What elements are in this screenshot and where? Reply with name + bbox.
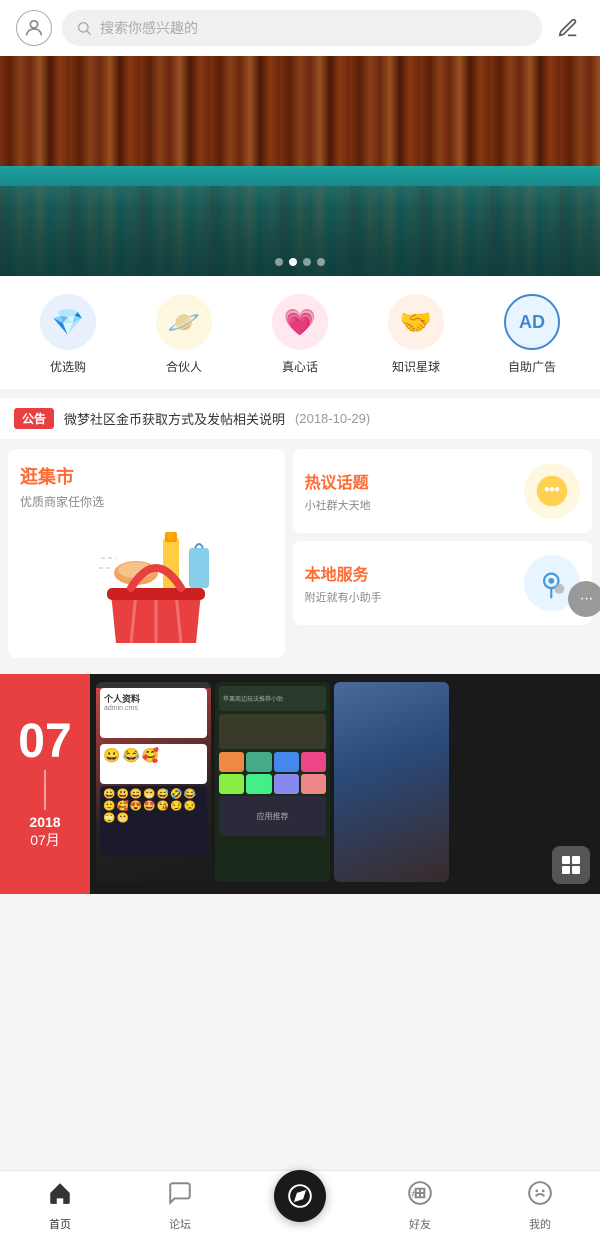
icon-zhishi[interactable]: 🤝 知识星球 bbox=[358, 294, 474, 375]
card-topics-subtitle: 小社群大天地 bbox=[305, 497, 371, 513]
notice-text: 微梦社区金币获取方式及发帖相关说明 bbox=[64, 409, 285, 428]
zhishi-icon: 🤝 bbox=[388, 294, 444, 350]
search-icon bbox=[76, 20, 92, 36]
feed-year: 2018 bbox=[29, 814, 60, 830]
forum-icon bbox=[167, 1180, 193, 1213]
nav-forum[interactable]: 论坛 bbox=[120, 1180, 240, 1232]
feed-header: 07 2018 07月 个人资料 admin.cms 😀😂🥰 bbox=[0, 674, 600, 894]
cards-right: 热议话题 小社群大天地 本地服务 附近就有小助手 bbox=[293, 449, 592, 658]
card2-top: 苹果周边玩法推荐小助 bbox=[219, 686, 326, 711]
youxuan-icon: 💎 bbox=[40, 294, 96, 350]
banner-trees bbox=[0, 56, 600, 166]
card2-icons bbox=[219, 752, 326, 794]
card2-img bbox=[219, 714, 326, 749]
card-topics-icon bbox=[524, 463, 580, 519]
dot-3 bbox=[303, 258, 311, 266]
icon-zhensheng[interactable]: 💗 真心话 bbox=[242, 294, 358, 375]
feed-cards: 个人资料 admin.cms 😀😂🥰 😀😃😄😁 😅🤣😂🙂 🥰😍🤩😘 😏😒🙄� bbox=[90, 674, 600, 894]
mine-icon bbox=[527, 1180, 553, 1213]
card-market-image bbox=[81, 518, 211, 648]
card1-emoji: 😀😃😄😁 😅🤣😂🙂 🥰😍🤩😘 😏😒🙄😬 bbox=[100, 786, 207, 856]
card-market[interactable]: 逛集市 优质商家任你选 bbox=[8, 449, 285, 658]
card-local[interactable]: 本地服务 附近就有小助手 ··· bbox=[293, 541, 592, 625]
cards-section: 逛集市 优质商家任你选 bbox=[0, 441, 600, 666]
edit-button[interactable] bbox=[552, 12, 584, 44]
more-icon: ··· bbox=[580, 590, 593, 608]
feed-card-2[interactable]: 3+ 苹果周边玩法推荐小助 bbox=[215, 682, 330, 882]
card-local-subtitle: 附近就有小助手 bbox=[305, 589, 382, 605]
nav-forum-label: 论坛 bbox=[169, 1216, 191, 1232]
card-market-title: 逛集市 bbox=[20, 463, 273, 489]
nav-mine[interactable]: 我的 bbox=[480, 1180, 600, 1232]
svg-text:#: # bbox=[411, 1188, 417, 1200]
feed-card-1[interactable]: 个人资料 admin.cms 😀😂🥰 😀😃😄😁 😅🤣😂🙂 🥰😍🤩😘 😏😒🙄� bbox=[96, 682, 211, 882]
nav-home[interactable]: 首页 bbox=[0, 1180, 120, 1232]
bottom-nav: 首页 论坛 # 好友 bbox=[0, 1170, 600, 1240]
card1-body: 😀😂🥰 bbox=[100, 744, 207, 784]
grid-view-button[interactable] bbox=[552, 846, 590, 884]
dot-1 bbox=[275, 258, 283, 266]
nav-friends[interactable]: # 好友 bbox=[360, 1180, 480, 1232]
card-local-text: 本地服务 附近就有小助手 bbox=[305, 561, 382, 605]
discover-button[interactable] bbox=[274, 1170, 326, 1222]
zhishi-label: 知识星球 bbox=[392, 358, 440, 375]
zhensheng-label: 真心话 bbox=[282, 358, 318, 375]
basket-svg bbox=[81, 518, 231, 658]
huoban-icon: 🪐 bbox=[156, 294, 212, 350]
nav-friends-label: 好友 bbox=[409, 1216, 431, 1232]
guanggao-icon: AD bbox=[504, 294, 560, 350]
grid-icon bbox=[562, 856, 580, 874]
icons-row: 💎 优选购 🪐 合伙人 💗 真心话 🤝 知识星球 AD 自助广告 bbox=[0, 276, 600, 389]
card-topics-title: 热议话题 bbox=[305, 469, 371, 493]
notice-tag: 公告 bbox=[14, 408, 54, 429]
zhensheng-icon: 💗 bbox=[272, 294, 328, 350]
notice-date: (2018-10-29) bbox=[295, 411, 370, 426]
friends-icon: # bbox=[407, 1180, 433, 1213]
banner bbox=[0, 56, 600, 276]
huoban-label: 合伙人 bbox=[166, 358, 202, 375]
dot-4 bbox=[317, 258, 325, 266]
search-placeholder: 搜索你感兴趣的 bbox=[100, 18, 198, 38]
nav-mine-label: 我的 bbox=[529, 1216, 551, 1232]
card-topics-text: 热议话题 小社群大天地 bbox=[305, 469, 371, 513]
header: 搜索你感兴趣的 bbox=[0, 0, 600, 56]
card-market-subtitle: 优质商家任你选 bbox=[20, 493, 273, 510]
icon-guanggao[interactable]: AD 自助广告 bbox=[474, 294, 590, 375]
feed-month: 07月 bbox=[30, 830, 60, 850]
banner-dots bbox=[275, 258, 325, 266]
feed-date: 07 2018 07月 bbox=[0, 674, 90, 894]
feed-card-3[interactable] bbox=[334, 682, 449, 882]
icon-youxuan[interactable]: 💎 优选购 bbox=[10, 294, 126, 375]
youxuan-label: 优选购 bbox=[50, 358, 86, 375]
card1-header: 个人资料 admin.cms bbox=[100, 688, 207, 738]
guanggao-label: 自助广告 bbox=[508, 358, 556, 375]
feed-divider bbox=[44, 770, 46, 810]
card2-bottom: 应用推荐 bbox=[219, 796, 326, 836]
more-button[interactable]: ··· bbox=[568, 581, 600, 617]
feed-section: 07 2018 07月 个人资料 admin.cms 😀😂🥰 bbox=[0, 674, 600, 894]
nav-discover[interactable] bbox=[240, 1190, 360, 1222]
avatar[interactable] bbox=[16, 10, 52, 46]
nav-home-label: 首页 bbox=[49, 1216, 71, 1232]
card-topics[interactable]: 热议话题 小社群大天地 bbox=[293, 449, 592, 533]
notice-bar[interactable]: 公告 微梦社区金币获取方式及发帖相关说明 (2018-10-29) bbox=[0, 397, 600, 439]
card-local-title: 本地服务 bbox=[305, 561, 382, 585]
compass-icon bbox=[287, 1183, 313, 1209]
icon-huoban[interactable]: 🪐 合伙人 bbox=[126, 294, 242, 375]
search-bar[interactable]: 搜索你感兴趣的 bbox=[62, 10, 542, 46]
feed-day: 07 bbox=[18, 718, 71, 766]
dot-2 bbox=[289, 258, 297, 266]
home-icon bbox=[47, 1180, 73, 1213]
banner-overlay bbox=[0, 216, 600, 276]
